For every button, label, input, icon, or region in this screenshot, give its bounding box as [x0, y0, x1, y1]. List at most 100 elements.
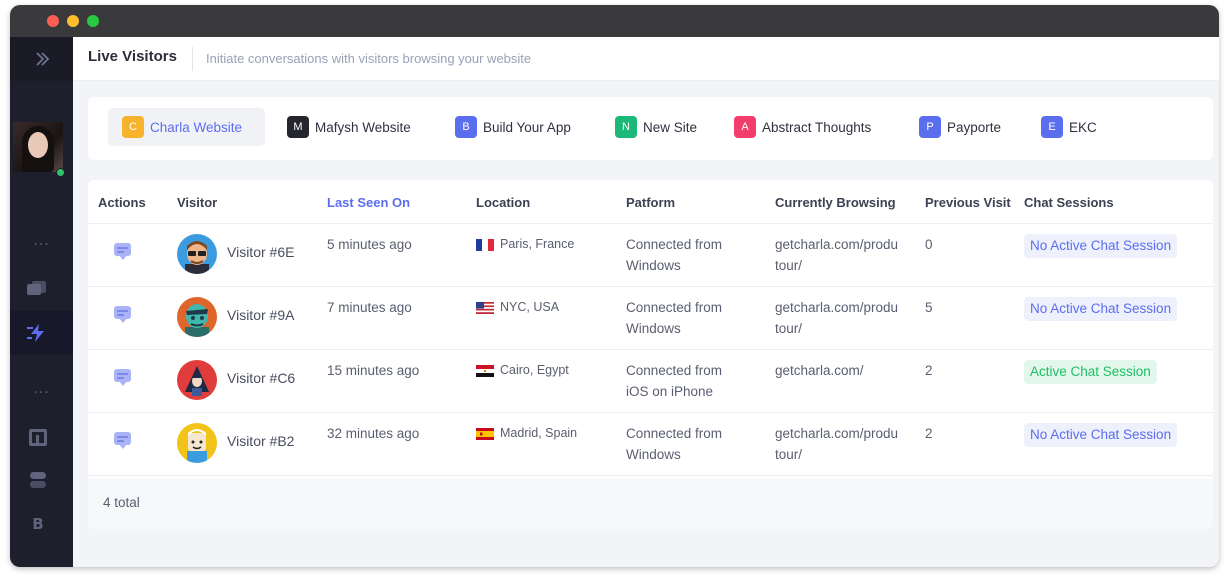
start-chat-icon[interactable] — [112, 431, 134, 451]
platform-cell: Connected from Windows — [626, 423, 722, 465]
previous-visit-cell: 5 — [925, 300, 933, 315]
start-chat-icon[interactable] — [112, 368, 134, 388]
chat-session-badge: No Active Chat Session — [1024, 423, 1178, 447]
browsing-url: tour/ — [775, 321, 803, 336]
tab-abstract-thoughts[interactable]: A Abstract Thoughts — [720, 108, 895, 146]
tab-mafysh-website[interactable]: M Mafysh Website — [273, 108, 428, 146]
tab-badge: P — [919, 116, 941, 138]
location-cell: Paris, France — [476, 234, 616, 255]
table-row[interactable]: Visitor #6E 5 minutes ago Paris, France … — [88, 224, 1213, 287]
tab-badge: N — [615, 116, 637, 138]
column-header-platform[interactable]: Patform — [626, 195, 675, 210]
platform-line: iOS on iPhone — [626, 384, 714, 399]
visitor-name[interactable]: Visitor #9A — [227, 307, 294, 323]
tab-label: Abstract Thoughts — [762, 119, 872, 135]
table-footer — [88, 479, 1213, 529]
start-chat-icon[interactable] — [112, 242, 134, 262]
usa-flag-icon — [476, 302, 494, 314]
platform-line: Windows — [626, 447, 681, 462]
spain-flag-icon — [476, 428, 494, 440]
previous-visit-cell: 0 — [925, 237, 933, 252]
tab-label: Charla Website — [150, 119, 243, 135]
location-cell: Cairo, Egypt — [476, 360, 616, 381]
tab-label: EKC — [1069, 119, 1097, 135]
tab-payporte[interactable]: P Payporte — [905, 108, 1025, 146]
column-header-visitor[interactable]: Visitor — [177, 195, 217, 210]
maximize-window-button[interactable] — [87, 15, 99, 27]
tab-label: Build Your App — [483, 119, 571, 135]
browsing-cell: getcharla.com/produ tour/ — [775, 423, 915, 465]
sidebar-header — [10, 37, 73, 81]
tab-build-your-app[interactable]: B Build Your App — [441, 108, 586, 146]
tab-badge: A — [734, 116, 756, 138]
tab-label: Payporte — [947, 119, 1002, 135]
sidebar-section-dots: ... — [33, 233, 50, 249]
visitor-name[interactable]: Visitor #6E — [227, 244, 294, 260]
chat-session-badge: No Active Chat Session — [1024, 234, 1178, 258]
table-row[interactable]: Visitor #B2 32 minutes ago Madrid, Spain… — [88, 413, 1213, 476]
online-status-indicator — [56, 168, 65, 177]
user-avatar[interactable] — [13, 122, 63, 172]
visitor-avatar — [177, 297, 217, 337]
platform-line: Windows — [626, 258, 681, 273]
expand-sidebar-icon[interactable] — [30, 49, 54, 69]
tab-ekc[interactable]: E EKC — [1027, 108, 1117, 146]
browsing-cell: getcharla.com/ — [775, 360, 915, 381]
tab-badge: E — [1041, 116, 1063, 138]
column-header-chat-sessions[interactable]: Chat Sessions — [1024, 195, 1114, 210]
visitor-name[interactable]: Visitor #B2 — [227, 433, 294, 449]
location-text: NYC, USA — [500, 300, 560, 314]
browsing-url: tour/ — [775, 447, 803, 462]
tab-badge: M — [287, 116, 309, 138]
location-cell: Madrid, Spain — [476, 423, 616, 444]
browsing-url: getcharla.com/ — [775, 363, 864, 378]
table-row[interactable]: Visitor #C6 15 minutes ago Cairo, Egypt … — [88, 350, 1213, 413]
toggles-icon[interactable] — [29, 471, 51, 491]
column-header-actions: Actions — [98, 195, 146, 210]
tab-label: New Site — [643, 119, 698, 135]
browsing-url: tour/ — [775, 258, 803, 273]
column-header-last-seen[interactable]: Last Seen On — [327, 195, 410, 210]
tab-badge: B — [455, 116, 477, 138]
column-header-currently-browsing[interactable]: Currently Browsing — [775, 195, 896, 210]
visitor-avatar — [177, 423, 217, 463]
page-subtitle: Initiate conversations with visitors bro… — [206, 51, 532, 66]
tab-charla-website[interactable]: C Charla Website — [108, 108, 265, 146]
visitor-avatar — [177, 234, 217, 274]
window-titlebar — [10, 5, 1219, 37]
platform-cell: Connected from Windows — [626, 234, 722, 276]
platform-line: Connected from — [626, 237, 723, 252]
conversations-icon[interactable] — [27, 281, 49, 301]
last-seen-cell: 5 minutes ago — [327, 237, 412, 252]
column-header-location[interactable]: Location — [476, 195, 530, 210]
page-title: Live Visitors — [88, 48, 177, 65]
france-flag-icon — [476, 239, 494, 251]
sidebar-section-dots: ... — [33, 381, 50, 397]
browsing-url: getcharla.com/produ — [775, 426, 899, 441]
website-tabs: C Charla Website M Mafysh Website B Buil… — [88, 97, 1213, 160]
visitor-name[interactable]: Visitor #C6 — [227, 370, 295, 386]
browsing-url: getcharla.com/produ — [775, 237, 899, 252]
browsing-url: getcharla.com/produ — [775, 300, 899, 315]
main-content: Live Visitors Initiate conversations wit… — [73, 37, 1219, 567]
table-row[interactable]: Visitor #9A 7 minutes ago NYC, USA Conne… — [88, 287, 1213, 350]
platform-line: Connected from — [626, 426, 723, 441]
live-visitors-icon[interactable] — [27, 323, 49, 343]
visitors-table: Actions Visitor Last Seen On Location Pa… — [88, 180, 1213, 529]
browsing-cell: getcharla.com/produ tour/ — [775, 297, 915, 339]
last-seen-cell: 15 minutes ago — [327, 363, 420, 378]
platform-line: Connected from — [626, 363, 723, 378]
brand-b-icon[interactable]: B — [27, 514, 49, 534]
location-text: Madrid, Spain — [500, 426, 578, 440]
layout-icon[interactable] — [29, 429, 47, 446]
previous-visit-cell: 2 — [925, 426, 933, 441]
start-chat-icon[interactable] — [112, 305, 134, 325]
location-text: Cairo, Egypt — [500, 363, 569, 377]
page-header: Live Visitors Initiate conversations wit… — [73, 37, 1219, 81]
tab-new-site[interactable]: N New Site — [601, 108, 711, 146]
column-header-previous-visit[interactable]: Previous Visit — [925, 195, 1011, 210]
tab-label: Mafysh Website — [315, 119, 411, 135]
minimize-window-button[interactable] — [67, 15, 79, 27]
previous-visit-cell: 2 — [925, 363, 933, 378]
close-window-button[interactable] — [47, 15, 59, 27]
